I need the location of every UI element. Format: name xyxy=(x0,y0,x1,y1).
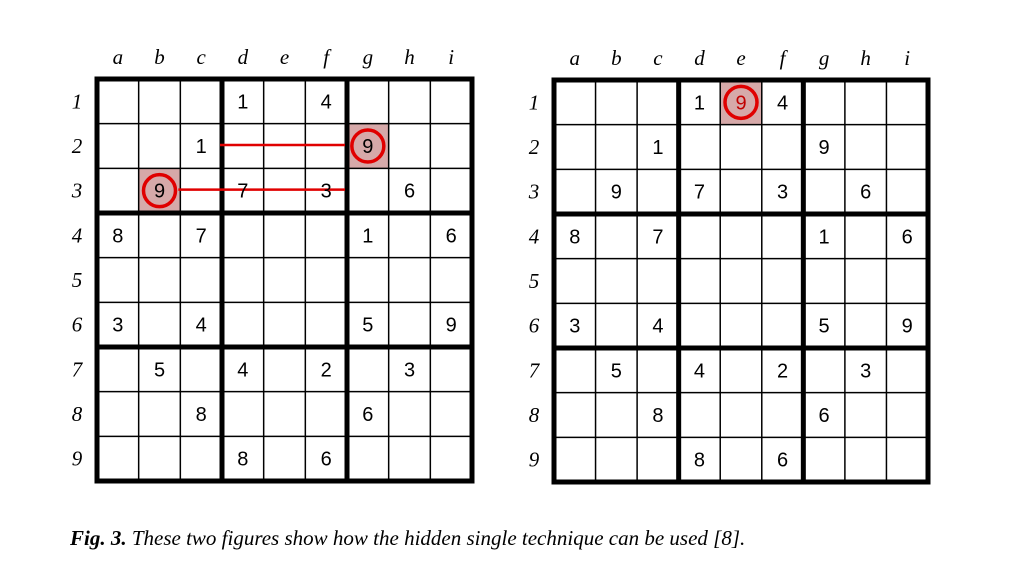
cell-digit: 4 xyxy=(237,359,248,381)
row-header: 5 xyxy=(529,269,540,293)
column-header: a xyxy=(113,45,124,69)
cell-digit: 8 xyxy=(569,226,580,248)
column-header: i xyxy=(904,46,910,70)
cell-digit: 3 xyxy=(569,316,580,338)
cell-digit: 4 xyxy=(321,91,332,113)
cell-digit: 5 xyxy=(819,316,830,338)
cell-digit: 2 xyxy=(777,360,788,382)
row-header: 9 xyxy=(529,448,540,472)
cell-digit: 6 xyxy=(404,181,415,203)
column-header: a xyxy=(570,46,581,70)
column-header: e xyxy=(736,46,745,70)
cell-digit: 1 xyxy=(652,137,663,159)
cell-digit: 1 xyxy=(237,91,248,113)
row-header: 2 xyxy=(72,134,83,158)
cell-digit: 4 xyxy=(196,315,207,337)
column-header: d xyxy=(694,46,705,70)
cell-digit: 3 xyxy=(112,315,123,337)
cell-digit: 6 xyxy=(321,449,332,471)
caption-text: These two figures show how the hidden si… xyxy=(126,526,746,550)
column-header: e xyxy=(280,45,289,69)
cell-digit: 5 xyxy=(611,360,622,382)
row-header: 4 xyxy=(529,224,540,248)
figure: a b c d e f g h i 1 2 3 4 5 6 7 8 9 1 4 1 9 9 7 3 6 8 7 1 6 3 4 5 9 5 4 2 3 8 6… xyxy=(0,0,1014,581)
row-header: 2 xyxy=(529,135,540,159)
left-sudoku-grid: a b c d e f g h i 1 2 3 4 5 6 7 8 9 1 4 1 9 9 7 3 6 8 7 1 6 3 4 5 9 5 4 2 3 8 6… xyxy=(71,45,475,484)
column-header: d xyxy=(238,45,249,69)
cell-digit: 6 xyxy=(860,182,871,204)
cell-digit: 8 xyxy=(652,405,663,427)
cell-digit: 1 xyxy=(819,226,830,248)
cell-digit: 5 xyxy=(362,315,373,337)
hidden-single-digit: 9 xyxy=(362,136,373,158)
row-header: 8 xyxy=(72,402,83,426)
column-header: f xyxy=(780,46,789,70)
column-header: h xyxy=(404,45,415,69)
cell-digit: 6 xyxy=(362,404,373,426)
cell-digit: 3 xyxy=(860,360,871,382)
column-header: c xyxy=(653,46,663,70)
cell-digit: 7 xyxy=(237,181,248,203)
column-header: f xyxy=(323,45,332,69)
column-header: g xyxy=(363,45,374,69)
cell-digit: 6 xyxy=(446,225,457,247)
column-header: b xyxy=(154,45,165,69)
row-header: 3 xyxy=(528,180,540,204)
column-header: b xyxy=(611,46,622,70)
column-header: g xyxy=(819,46,830,70)
cell-digit: 6 xyxy=(777,450,788,472)
sudoku-figure-canvas: a b c d e f g h i 1 2 3 4 5 6 7 8 9 1 4 1 9 9 7 3 6 8 7 1 6 3 4 5 9 5 4 2 3 8 6… xyxy=(71,45,931,485)
figure-caption: Fig. 3. These two figures show how the h… xyxy=(70,526,745,551)
hidden-single-digit: 9 xyxy=(735,92,746,114)
cell-digit: 6 xyxy=(819,405,830,427)
cell-digit: 9 xyxy=(611,182,622,204)
cell-digit: 5 xyxy=(154,359,165,381)
row-header: 9 xyxy=(72,447,83,471)
row-header: 6 xyxy=(529,314,540,338)
row-header: 1 xyxy=(529,90,540,114)
cell-digit: 9 xyxy=(446,315,457,337)
cell-digit: 1 xyxy=(196,136,207,158)
cell-digit: 1 xyxy=(362,225,373,247)
cell-digit: 7 xyxy=(196,225,207,247)
cell-digit: 7 xyxy=(694,182,705,204)
cell-digit: 9 xyxy=(819,137,830,159)
row-header: 3 xyxy=(71,179,83,203)
cell-digit: 9 xyxy=(902,316,913,338)
cell-digit: 7 xyxy=(652,226,663,248)
grid-border xyxy=(94,76,475,484)
cell-digit: 4 xyxy=(694,360,705,382)
row-header: 4 xyxy=(72,223,83,247)
cell-digit: 4 xyxy=(652,316,663,338)
row-header: 8 xyxy=(529,403,540,427)
column-header: h xyxy=(860,46,871,70)
column-header: i xyxy=(448,45,454,69)
cell-digit: 8 xyxy=(112,225,123,247)
cell-digit: 3 xyxy=(777,182,788,204)
row-header: 7 xyxy=(72,357,84,381)
cell-digit: 6 xyxy=(902,226,913,248)
cell-digit: 8 xyxy=(196,404,207,426)
grid-border xyxy=(551,77,931,485)
row-header: 5 xyxy=(72,268,83,292)
right-sudoku-grid: a b c d e f g h i 1 2 3 4 5 6 7 8 9 1 9 4 1 9 9 7 3 6 8 7 1 6 3 4 5 9 5 4 2 3 8… xyxy=(528,46,931,485)
column-header: c xyxy=(197,45,207,69)
cell-digit: 4 xyxy=(777,92,788,114)
cell-digit: 3 xyxy=(321,181,332,203)
caption-label: Fig. 3. xyxy=(70,526,127,550)
cell-digit: 8 xyxy=(694,450,705,472)
cell-digit: 1 xyxy=(694,92,705,114)
hidden-single-digit: 9 xyxy=(154,181,165,203)
cell-digit: 8 xyxy=(237,449,248,471)
cell-digit: 3 xyxy=(404,359,415,381)
row-header: 6 xyxy=(72,313,83,337)
row-header: 1 xyxy=(72,89,83,113)
cell-digit: 2 xyxy=(321,359,332,381)
row-header: 7 xyxy=(529,358,541,382)
